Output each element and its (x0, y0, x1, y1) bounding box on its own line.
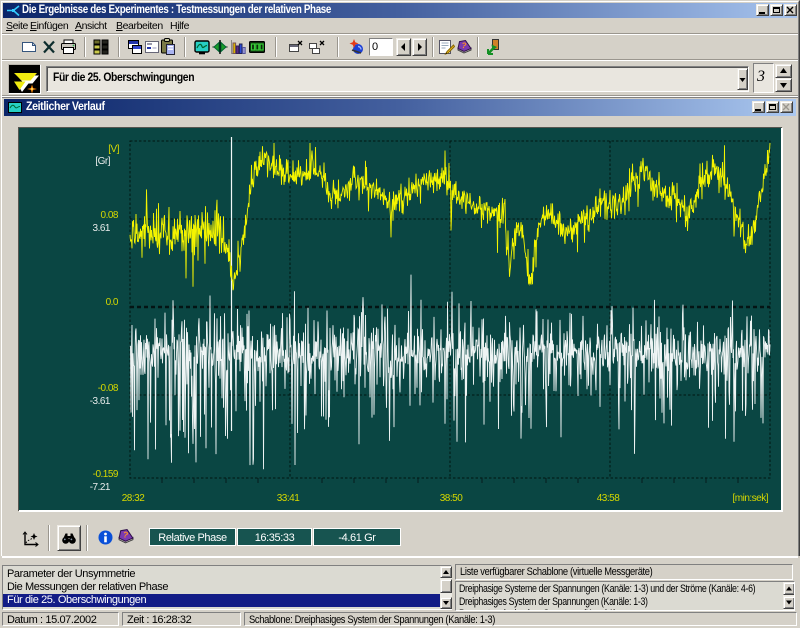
svg-text:-0.159: -0.159 (93, 469, 119, 480)
svg-text:[min:sek]: [min:sek] (732, 493, 768, 504)
svg-text:0.0: 0.0 (106, 297, 119, 308)
svg-text:[Gr]: [Gr] (95, 156, 110, 167)
svg-text:0.08: 0.08 (101, 210, 119, 221)
svg-text:-7.21: -7.21 (90, 482, 111, 493)
svg-text:33:41: 33:41 (277, 493, 300, 504)
svg-text:28:32: 28:32 (122, 493, 145, 504)
svg-text:38:50: 38:50 (440, 493, 463, 504)
svg-text:[V]: [V] (108, 144, 119, 155)
svg-text:3.61: 3.61 (93, 223, 111, 234)
svg-text:43:58: 43:58 (597, 493, 620, 504)
svg-text:-0.08: -0.08 (98, 383, 119, 394)
svg-text:-3.61: -3.61 (90, 396, 111, 407)
